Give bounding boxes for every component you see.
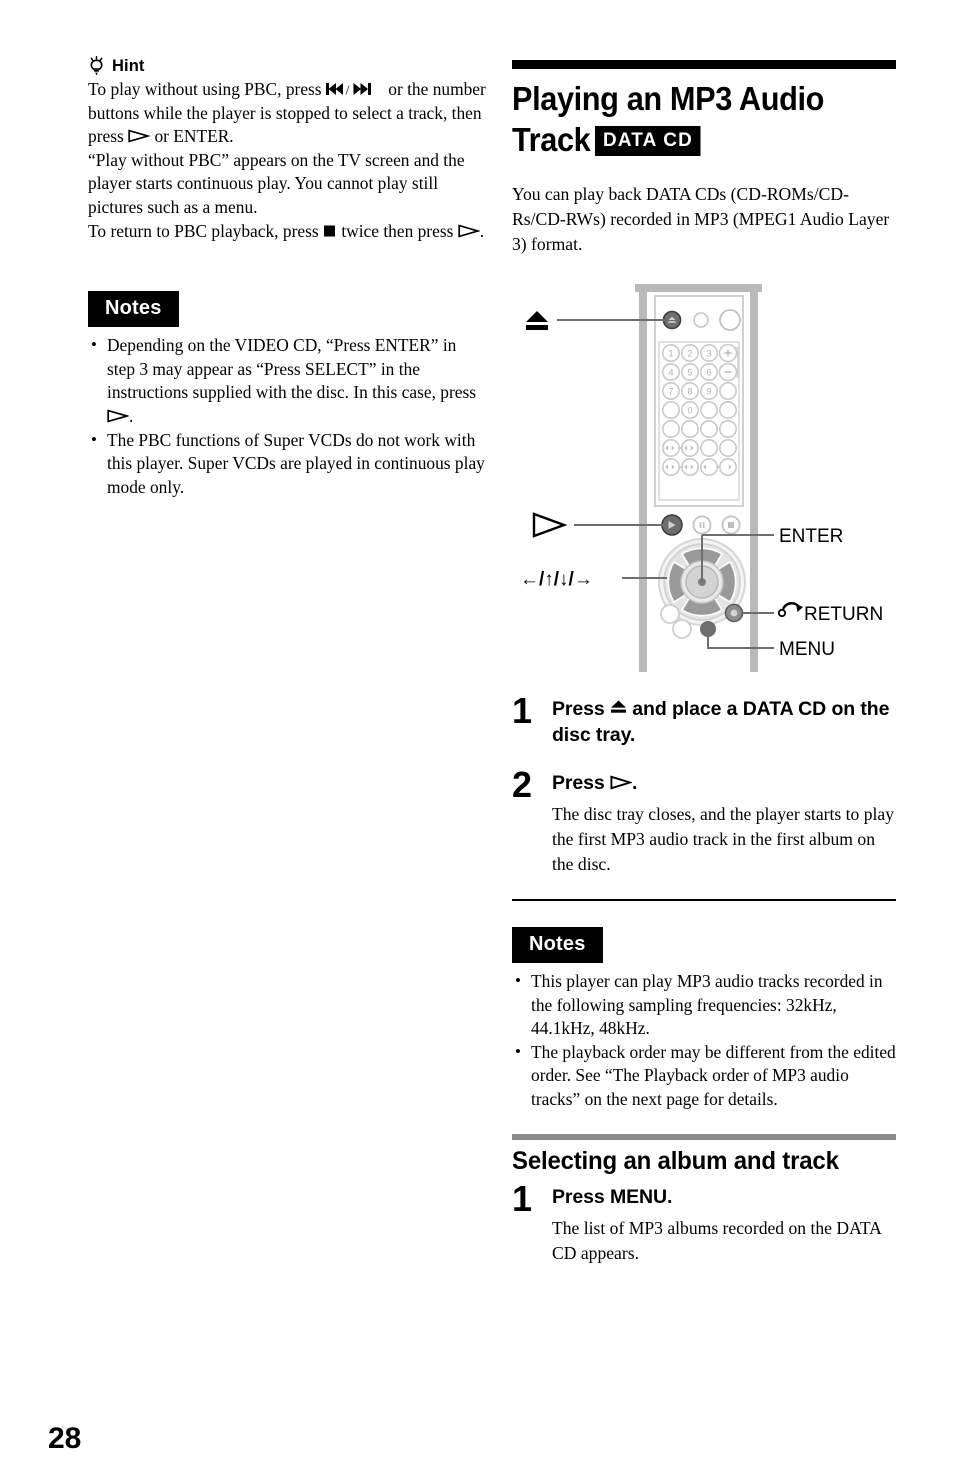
right-notes-block: Notes This player can play MP3 audio tra…	[512, 927, 896, 1112]
prev-next-symbol: /	[325, 82, 384, 97]
list-item: The PBC functions of Super VCDs do not w…	[88, 428, 486, 500]
step-content: Press MENU. The list of MP3 albums recor…	[552, 1181, 896, 1267]
remote-control-figure: 1 2 3 4 5 6 7 8 9 0 ←/↑/↓/→ ENTER RETURN MENU	[512, 282, 896, 678]
page-title-line1: Playing an MP3 Audio	[512, 80, 825, 117]
hint-paragraph-3: To return to PBC playback, press twice t…	[88, 220, 486, 244]
hint-p1-c: or ENTER.	[150, 126, 234, 147]
section-divider	[512, 899, 896, 902]
step-2: 2 Press . The disc tray closes, and the …	[512, 763, 896, 878]
hint-paragraph-2: “Play without PBC” appears on the TV scr…	[88, 149, 465, 217]
step-description: The disc tray closes, and the player sta…	[552, 804, 894, 875]
step-title: Press and place a DATA CD on the disc tr…	[552, 696, 896, 749]
section-top-rule	[512, 60, 896, 69]
subsection-rule	[512, 1133, 896, 1140]
svg-text:0: 0	[687, 405, 692, 415]
step-content: Press and place a DATA CD on the disc tr…	[552, 693, 896, 749]
hint-p3-a: To return to PBC playback, press	[88, 220, 323, 241]
step2-title-a: Press	[552, 771, 610, 794]
hint-label: Hint	[112, 56, 145, 75]
svg-text:9: 9	[706, 386, 711, 396]
eject-label-icon	[526, 311, 548, 330]
step-1: 1 Press and place a DATA CD on the disc …	[512, 689, 896, 749]
play-symbol	[128, 129, 151, 143]
right-notes-list: This player can play MP3 audio tracks re…	[512, 969, 896, 1112]
page-title: Playing an MP3 Audio Track DATA CD	[512, 78, 869, 160]
left-notes-list: Depending on the VIDEO CD, “Press ENTER”…	[88, 333, 486, 500]
page-title-line2: Track	[512, 121, 591, 158]
left-column: Hint To play without using PBC, press / …	[88, 56, 486, 499]
svg-text:MENU: MENU	[779, 639, 835, 660]
play-symbol	[610, 775, 632, 790]
step1-title-a: Press	[552, 697, 610, 720]
hint-p3-b: twice then press	[336, 220, 458, 241]
list-item: The playback order may be different from…	[512, 1040, 896, 1112]
step-title: Press MENU.	[552, 1185, 673, 1208]
step-number: 1	[512, 689, 533, 731]
svg-text:4: 4	[668, 367, 673, 377]
hint-header: Hint	[88, 56, 486, 76]
hint-p1-a: To play without using PBC, press	[88, 79, 326, 99]
svg-text:7: 7	[668, 386, 673, 396]
page-number: 28	[48, 1422, 82, 1455]
step-description: The list of MP3 albums recorded on the D…	[552, 1218, 881, 1264]
svg-text:RETURN: RETURN	[804, 604, 883, 625]
play-symbol	[458, 224, 480, 238]
subsection-title: Selecting an album and track	[512, 1146, 839, 1175]
manual-page: Hint To play without using PBC, press / …	[0, 0, 954, 1483]
svg-text:3: 3	[706, 348, 711, 358]
notes-title: Notes	[512, 927, 603, 964]
svg-text:←/↑/↓/→: ←/↑/↓/→	[520, 569, 593, 590]
svg-text:/: /	[345, 84, 349, 97]
intro-paragraph: You can play back DATA CDs (CD-ROMs/CD-R…	[512, 184, 890, 254]
list-item: Depending on the VIDEO CD, “Press ENTER”…	[88, 333, 486, 428]
svg-text:6: 6	[706, 367, 711, 377]
step-number: 2	[512, 763, 533, 805]
notes-title: Notes	[88, 291, 179, 328]
svg-text:ENTER: ENTER	[779, 526, 843, 547]
left-notes-block: Notes Depending on the VIDEO CD, “Press …	[88, 291, 486, 499]
svg-text:5: 5	[687, 367, 692, 377]
hint-p3-c: .	[479, 220, 485, 241]
list-item: This player can play MP3 audio tracks re…	[512, 969, 896, 1041]
step2-title-b: .	[631, 771, 638, 794]
subsection-step-1: 1 Press MENU. The list of MP3 albums rec…	[512, 1177, 896, 1267]
return-arrow-icon	[777, 602, 803, 618]
svg-text:8: 8	[687, 386, 692, 396]
hint-paragraph-1: To play without using PBC, press / or th…	[88, 78, 486, 149]
stop-symbol	[323, 224, 337, 238]
hint-text: To play without using PBC, press / or th…	[88, 78, 486, 243]
data-cd-badge: DATA CD	[595, 126, 702, 156]
note-text-b: .	[129, 405, 134, 426]
play-symbol	[107, 409, 129, 423]
lightbulb-icon	[88, 56, 105, 76]
step-number: 1	[512, 1177, 533, 1219]
eject-symbol	[610, 699, 627, 716]
note-text-a: Depending on the VIDEO CD, “Press ENTER”…	[107, 335, 477, 403]
step-content: Press . The disc tray closes, and the pl…	[552, 767, 896, 878]
step-title: Press .	[552, 770, 896, 797]
svg-text:2: 2	[687, 348, 692, 358]
svg-text:1: 1	[668, 348, 673, 358]
